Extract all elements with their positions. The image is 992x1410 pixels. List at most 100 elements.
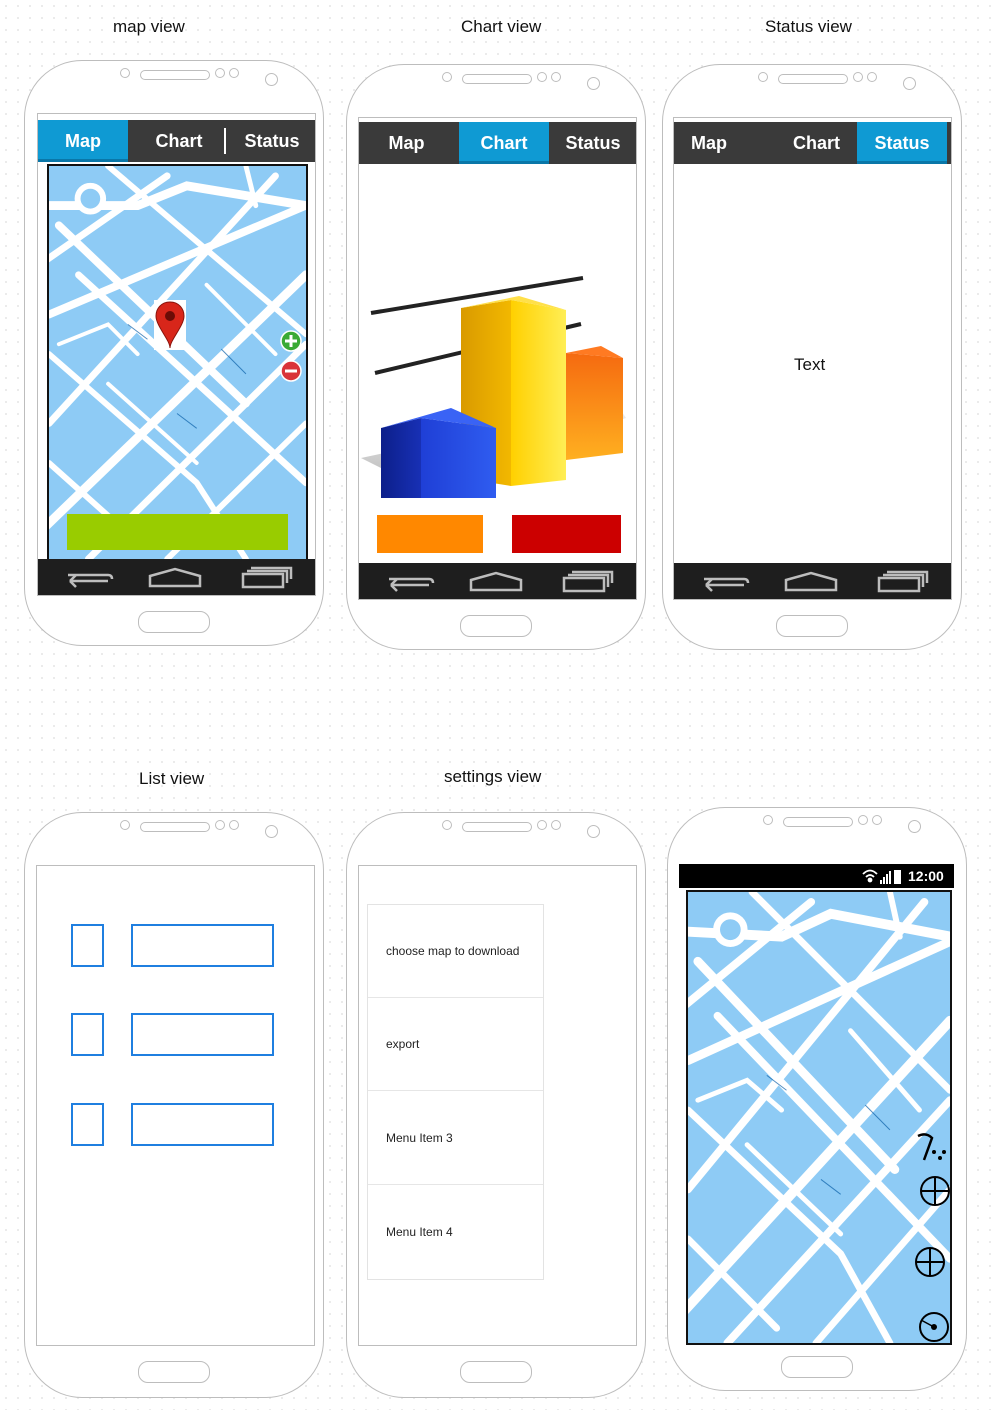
sensor bbox=[758, 72, 768, 82]
back-icon bbox=[704, 577, 750, 592]
nav-bar bbox=[359, 563, 636, 599]
back-icon bbox=[68, 573, 114, 588]
sensor bbox=[551, 820, 561, 830]
zoom-in-icon[interactable] bbox=[280, 330, 302, 352]
list-item-icon[interactable] bbox=[71, 1013, 104, 1056]
earpiece bbox=[140, 822, 210, 832]
screen: choose map to download export Menu Item … bbox=[358, 865, 637, 1346]
zoom-out-icon[interactable] bbox=[280, 360, 302, 382]
tab-chart[interactable]: Chart bbox=[134, 120, 224, 162]
locate-icon[interactable] bbox=[917, 1310, 950, 1343]
signal-icon bbox=[880, 871, 891, 884]
nav-bar bbox=[674, 563, 951, 599]
home-icon bbox=[784, 571, 838, 592]
front-camera bbox=[587, 77, 600, 90]
list-item[interactable] bbox=[131, 1103, 274, 1146]
screen: 12:00 bbox=[679, 864, 958, 1345]
sensor bbox=[442, 820, 452, 830]
settings-menu: choose map to download export Menu Item … bbox=[367, 904, 544, 1280]
recent-apps-icon bbox=[562, 570, 614, 593]
menu-item-choose-map[interactable]: choose map to download bbox=[368, 905, 543, 998]
caption-list-view: List view bbox=[139, 769, 205, 788]
earpiece bbox=[783, 817, 853, 827]
front-camera bbox=[587, 825, 600, 838]
phone-status-view: Map Chart Status Text bbox=[662, 64, 962, 650]
sensor bbox=[858, 815, 868, 825]
status-bar: 12:00 bbox=[679, 864, 954, 888]
sensor bbox=[537, 72, 547, 82]
phone-map-view: Map Chart Status bbox=[24, 60, 324, 646]
wifi-icon bbox=[862, 869, 878, 883]
list-item-icon[interactable] bbox=[71, 1103, 104, 1146]
tab-chart[interactable]: Chart bbox=[774, 122, 859, 164]
home-hardware-button[interactable] bbox=[776, 615, 848, 637]
earpiece bbox=[462, 74, 532, 84]
home-hardware-button[interactable] bbox=[138, 611, 210, 633]
tab-map[interactable]: Map bbox=[359, 122, 454, 164]
map-canvas[interactable] bbox=[686, 890, 952, 1345]
clock: 12:00 bbox=[908, 868, 944, 884]
home-hardware-button[interactable] bbox=[138, 1361, 210, 1383]
front-camera bbox=[908, 820, 921, 833]
sensor bbox=[867, 72, 877, 82]
tab-bar: Map Chart Status bbox=[359, 122, 636, 164]
caption-settings-view: settings view bbox=[444, 767, 542, 786]
list-item[interactable] bbox=[131, 1013, 274, 1056]
list-item[interactable] bbox=[131, 924, 274, 967]
walking-icon[interactable] bbox=[914, 1130, 948, 1164]
sensor bbox=[229, 68, 239, 78]
sensor bbox=[120, 820, 130, 830]
home-hardware-button[interactable] bbox=[781, 1356, 853, 1378]
sensor bbox=[763, 815, 773, 825]
sensor bbox=[215, 820, 225, 830]
menu-item-3[interactable]: Menu Item 3 bbox=[368, 1092, 543, 1185]
screen: Map Chart Status bbox=[37, 113, 316, 596]
sensor bbox=[442, 72, 452, 82]
caption-status-view: Status view bbox=[765, 17, 852, 36]
front-camera bbox=[903, 77, 916, 90]
recent-apps-icon bbox=[241, 566, 293, 589]
menu-item-4[interactable]: Menu Item 4 bbox=[368, 1185, 543, 1278]
phone-chart-view: Map Chart Status bbox=[346, 64, 646, 650]
map-canvas[interactable] bbox=[47, 164, 308, 561]
sensor bbox=[853, 72, 863, 82]
primary-action-button[interactable] bbox=[67, 514, 288, 550]
list-item-icon[interactable] bbox=[71, 924, 104, 967]
home-hardware-button[interactable] bbox=[460, 615, 532, 637]
status-text: Text bbox=[794, 355, 826, 374]
screen bbox=[36, 865, 315, 1346]
home-icon bbox=[148, 567, 202, 588]
sensor bbox=[551, 72, 561, 82]
menu-item-export[interactable]: export bbox=[368, 998, 543, 1091]
front-camera bbox=[265, 73, 278, 86]
tab-divider bbox=[224, 128, 226, 154]
tab-chart[interactable]: Chart bbox=[459, 122, 549, 164]
tab-map[interactable]: Map bbox=[674, 122, 744, 164]
home-hardware-button[interactable] bbox=[460, 1361, 532, 1383]
sensor bbox=[120, 68, 130, 78]
crosshair-icon[interactable] bbox=[913, 1245, 947, 1279]
front-camera bbox=[265, 825, 278, 838]
bar-chart-illustration bbox=[361, 218, 631, 533]
tab-status[interactable]: Status bbox=[857, 122, 947, 164]
sensor bbox=[215, 68, 225, 78]
tab-status[interactable]: Status bbox=[228, 120, 315, 162]
orange-action-button[interactable] bbox=[377, 515, 483, 553]
tab-bar: Map Chart Status bbox=[674, 122, 951, 164]
tab-bar: Map Chart Status bbox=[38, 120, 315, 162]
crosshair-icon[interactable] bbox=[918, 1174, 950, 1208]
sensor bbox=[229, 820, 239, 830]
sensor bbox=[537, 820, 547, 830]
phone-settings-view: choose map to download export Menu Item … bbox=[346, 812, 646, 1398]
earpiece bbox=[140, 70, 210, 80]
nav-bar bbox=[38, 559, 315, 595]
screen: Map Chart Status Text bbox=[673, 117, 952, 600]
caption-map-view: map view bbox=[113, 17, 185, 36]
battery-icon bbox=[894, 870, 901, 884]
recent-apps-icon bbox=[877, 570, 929, 593]
map-pin-icon[interactable] bbox=[154, 300, 186, 350]
tab-map[interactable]: Map bbox=[38, 120, 128, 162]
tab-status[interactable]: Status bbox=[549, 122, 636, 164]
red-action-button[interactable] bbox=[512, 515, 621, 553]
phone-list-view bbox=[24, 812, 324, 1398]
